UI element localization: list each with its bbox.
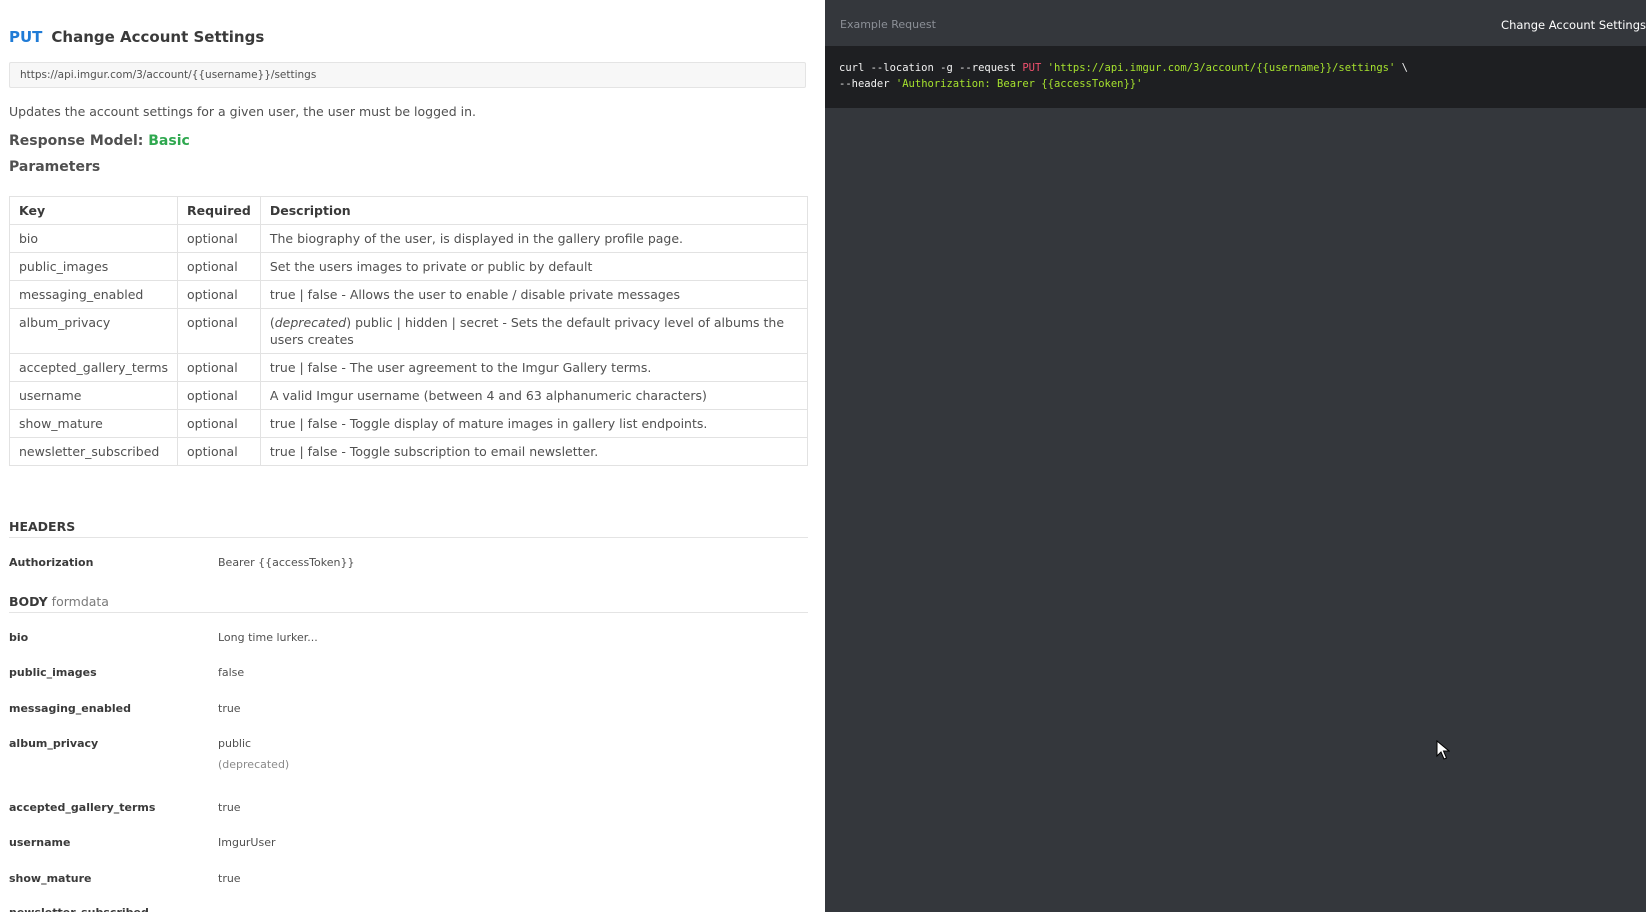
code-header-flag: --header xyxy=(839,78,896,90)
body-type-label: formdata xyxy=(51,594,109,609)
deprecated-note: (deprecated) xyxy=(218,758,290,771)
table-row: album_privacy optional (deprecated) publ… xyxy=(8,308,809,354)
code-url: 'https://api.imgur.com/3/account/{{usern… xyxy=(1047,62,1396,74)
body-value[interactable]: Long time lurker... xyxy=(218,631,318,644)
code-curl-command: curl --location -g --request xyxy=(839,62,1023,74)
response-model-label: Response Model: xyxy=(9,133,144,149)
table-row: bio optional The biography of the user, … xyxy=(8,224,809,253)
docs-pane: PUT Change Account Settings https://api.i… xyxy=(0,0,825,912)
param-required: optional xyxy=(177,308,261,354)
code-line-continuation: \ xyxy=(1395,62,1408,74)
param-key: bio xyxy=(8,224,179,253)
code-line-1: curl --location -g --request PUT 'https:… xyxy=(839,62,1408,74)
param-required: optional xyxy=(177,381,261,410)
request-description: Updates the account settings for a given… xyxy=(9,104,476,119)
param-description: Set the users images to private or publi… xyxy=(259,252,809,281)
param-required: optional xyxy=(177,252,261,281)
example-pane: Example Request Change Account Settings … xyxy=(825,0,1646,912)
code-snippet[interactable]: curl --location -g --request PUT 'https:… xyxy=(825,46,1646,108)
param-description: (deprecated) public | hidden | secret - … xyxy=(259,308,809,354)
header-key: Authorization xyxy=(9,556,94,569)
column-header-key: Key xyxy=(8,196,179,225)
param-required: optional xyxy=(177,280,261,309)
body-key: album_privacy xyxy=(9,737,99,750)
code-header-value: 'Authorization: Bearer {{accessToken}}' xyxy=(895,78,1143,90)
param-key: accepted_gallery_terms xyxy=(8,353,179,382)
body-value[interactable]: true xyxy=(218,872,241,885)
request-title: Change Account Settings xyxy=(51,28,265,46)
headers-section-title: HEADERS xyxy=(9,519,75,534)
body-key: newsletter_subscribed xyxy=(9,906,149,912)
table-row: newsletter_subscribed optional true | fa… xyxy=(8,437,809,466)
body-value[interactable]: ImgurUser xyxy=(218,836,276,849)
body-divider xyxy=(9,612,808,613)
body-key: accepted_gallery_terms xyxy=(9,801,156,814)
body-key: username xyxy=(9,836,71,849)
body-value[interactable]: public xyxy=(218,737,251,750)
table-row: public_images optional Set the users ima… xyxy=(8,252,809,281)
body-label: BODY xyxy=(9,594,48,609)
param-key: public_images xyxy=(8,252,179,281)
table-row: messaging_enabled optional true | false … xyxy=(8,280,809,309)
code-line-2: --header 'Authorization: Bearer {{access… xyxy=(839,78,1142,90)
example-request-label: Example Request xyxy=(840,18,936,31)
column-header-required: Required xyxy=(177,196,261,225)
param-key: album_privacy xyxy=(8,308,179,354)
param-key: newsletter_subscribed xyxy=(8,437,179,466)
param-required: optional xyxy=(177,409,261,438)
body-key: bio xyxy=(9,631,29,644)
example-request-title: Change Account Settings xyxy=(1501,18,1646,32)
param-required: optional xyxy=(177,437,261,466)
param-required: optional xyxy=(177,224,261,253)
param-description: The biography of the user, is displayed … xyxy=(259,224,809,253)
body-value[interactable]: true xyxy=(218,702,241,715)
body-value[interactable]: false xyxy=(218,666,244,679)
param-key: messaging_enabled xyxy=(8,280,179,309)
code-method: PUT xyxy=(1022,62,1042,74)
param-description: true | false - Allows the user to enable… xyxy=(259,280,809,309)
param-description: true | false - The user agreement to the… xyxy=(259,353,809,382)
headers-label: HEADERS xyxy=(9,519,76,534)
body-key: public_images xyxy=(9,666,97,679)
param-description: true | false - Toggle subscription to em… xyxy=(259,437,809,466)
body-section-title: BODY formdata xyxy=(9,594,109,609)
response-model: Response Model: Basic xyxy=(9,133,190,149)
header-value[interactable]: Bearer {{accessToken}} xyxy=(218,556,354,569)
table-row: username optional A valid Imgur username… xyxy=(8,381,809,410)
body-key: messaging_enabled xyxy=(9,702,131,715)
parameters-table: Key Required Description bio optional Th… xyxy=(8,196,809,466)
table-row: accepted_gallery_terms optional true | f… xyxy=(8,353,809,382)
body-key: show_mature xyxy=(9,872,92,885)
headers-divider xyxy=(9,537,808,538)
param-required: optional xyxy=(177,353,261,382)
response-model-link[interactable]: Basic xyxy=(148,133,190,149)
param-description: true | false - Toggle display of mature … xyxy=(259,409,809,438)
request-title-row: PUT Change Account Settings xyxy=(9,28,264,46)
http-method-badge: PUT xyxy=(9,28,43,46)
column-header-description: Description xyxy=(259,196,809,225)
request-url-field[interactable]: https://api.imgur.com/3/account/{{userna… xyxy=(9,62,806,88)
param-description: A valid Imgur username (between 4 and 63… xyxy=(259,381,809,410)
documentation-page: PUT Change Account Settings https://api.i… xyxy=(0,0,1646,912)
param-key: show_mature xyxy=(8,409,179,438)
table-row: show_mature optional true | false - Togg… xyxy=(8,409,809,438)
parameters-heading: Parameters xyxy=(9,159,101,175)
body-value[interactable]: true xyxy=(218,801,241,814)
table-header-row: Key Required Description xyxy=(8,196,809,225)
deprecated-label: deprecated xyxy=(274,315,347,330)
mouse-pointer-icon xyxy=(1436,740,1450,760)
param-description-text: public | hidden | secret - Sets the defa… xyxy=(269,315,785,347)
param-key: username xyxy=(8,381,179,410)
